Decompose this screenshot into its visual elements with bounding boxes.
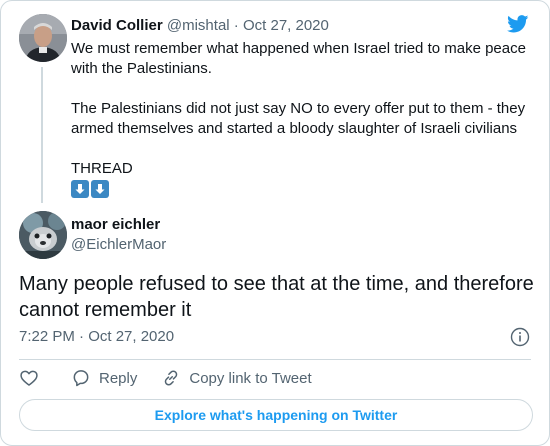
header-separator: ·: [233, 17, 239, 34]
quoted-tweet-text: We must remember what happened when Isra…: [71, 39, 536, 198]
reply-icon: [73, 370, 89, 387]
down-arrow-emoji-icon: [91, 180, 109, 198]
heart-icon: [20, 370, 38, 386]
actions-divider: [19, 359, 531, 360]
quoted-tweet-date[interactable]: Oct 27, 2020: [243, 17, 329, 34]
twitter-logo-icon[interactable]: [507, 15, 529, 33]
quoted-text-paragraph-2: The Palestinians did not just say NO to …: [71, 100, 526, 137]
avatar-photo-icon: [19, 14, 67, 62]
author-handle[interactable]: @EichlerMaor: [71, 235, 166, 255]
like-button[interactable]: [19, 368, 39, 388]
quoted-tweet-header: David Collier @mishtal · Oct 27, 2020: [71, 16, 329, 36]
copy-link-button[interactable]: Copy link to Tweet: [161, 368, 312, 388]
tweet-text: Many people refused to see that at the t…: [19, 273, 534, 321]
author-name[interactable]: maor eichler: [71, 215, 160, 235]
reply-label: Reply: [99, 369, 138, 387]
quoted-author-name[interactable]: David Collier: [71, 17, 163, 34]
emoji-row: [71, 180, 536, 198]
thread-connector-line: [41, 67, 43, 203]
author-avatar[interactable]: [19, 211, 67, 259]
quoted-author-handle[interactable]: @mishtal: [167, 17, 230, 34]
explore-twitter-button[interactable]: Explore what's happening on Twitter: [19, 399, 533, 431]
tweet-actions: Reply Copy link to Tweet: [19, 367, 336, 389]
reply-button[interactable]: Reply: [71, 368, 137, 388]
info-icon[interactable]: [510, 327, 530, 347]
explore-button-label: Explore what's happening on Twitter: [154, 407, 398, 423]
tweet-embed-card: David Collier @mishtal · Oct 27, 2020 We…: [0, 0, 550, 446]
tweet-timestamp[interactable]: 7:22 PM · Oct 27, 2020: [19, 327, 174, 347]
link-icon: [165, 370, 178, 386]
avatar-photo-icon: [19, 211, 67, 259]
down-arrow-emoji-icon: [71, 180, 89, 198]
copy-link-label: Copy link to Tweet: [189, 369, 312, 387]
quoted-author-avatar[interactable]: [19, 14, 67, 62]
quoted-text-paragraph-1: We must remember what happened when Isra…: [71, 40, 526, 77]
quoted-text-paragraph-3: THREAD: [71, 160, 133, 177]
